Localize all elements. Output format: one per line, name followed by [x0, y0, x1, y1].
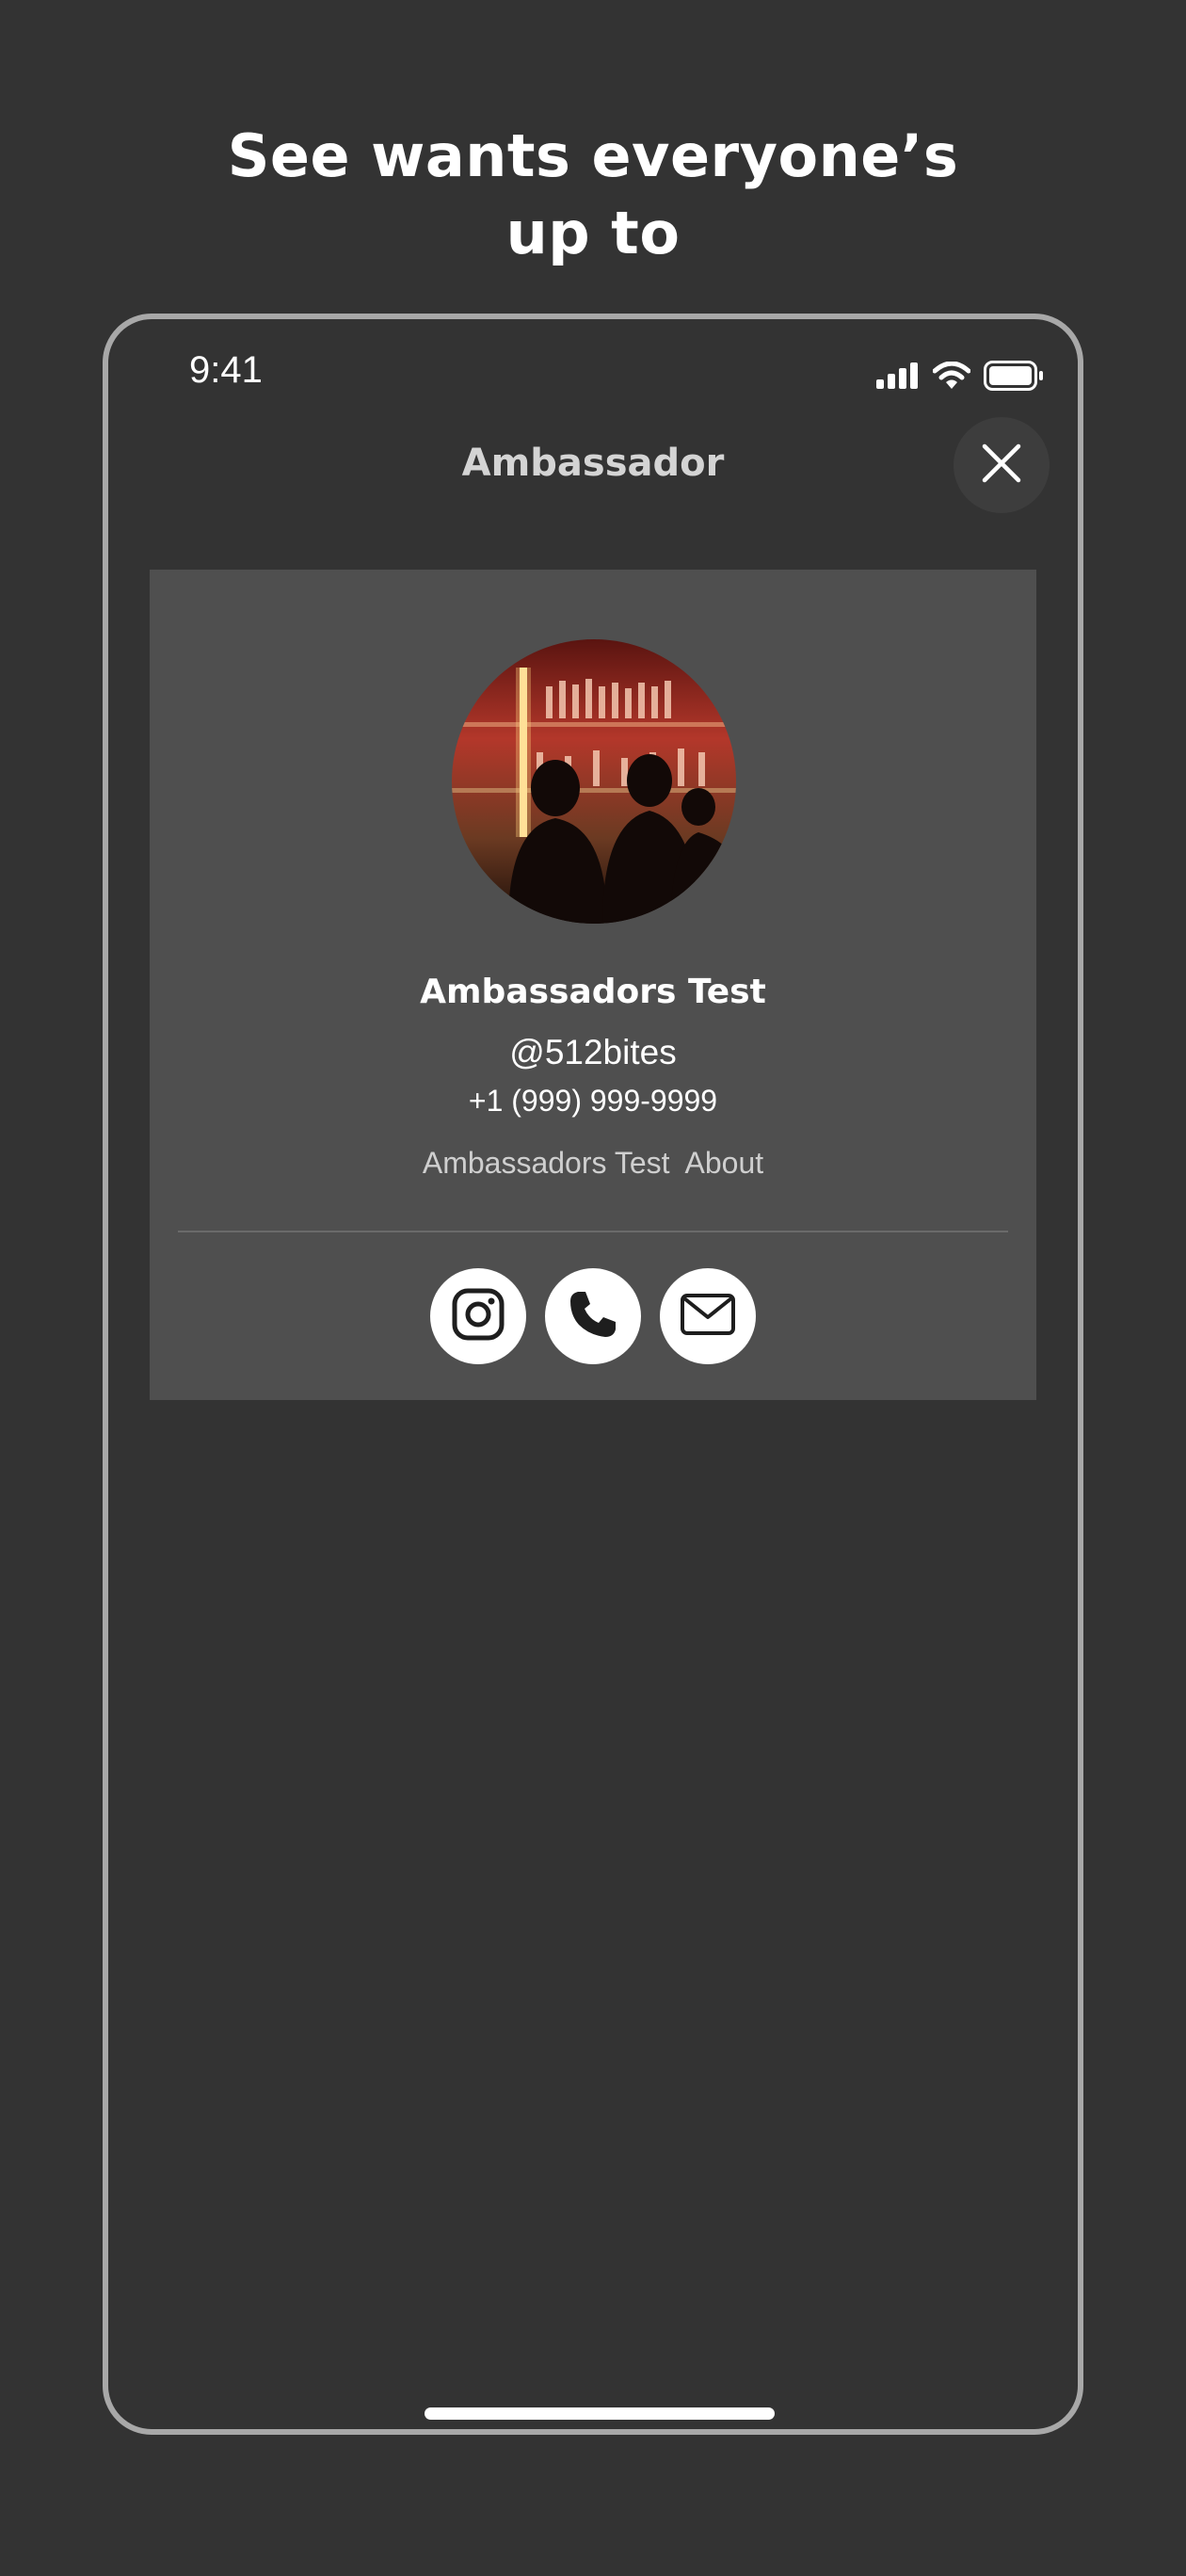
profile-card: Ambassadors Test @512bites +1 (999) 999-…: [150, 570, 1036, 1400]
close-button[interactable]: [954, 417, 1050, 513]
avatar: [452, 639, 736, 924]
wifi-icon: [932, 361, 971, 394]
page-title: Ambassador: [461, 442, 725, 485]
call-button[interactable]: [545, 1268, 641, 1364]
home-indicator[interactable]: [425, 2407, 775, 2420]
profile-phone: +1 (999) 999-9999: [468, 1084, 718, 1118]
mail-icon: [680, 1293, 736, 1340]
instagram-button[interactable]: [430, 1268, 526, 1364]
close-icon: [981, 443, 1022, 488]
divider: [178, 1231, 1008, 1232]
email-button[interactable]: [660, 1268, 756, 1364]
contact-actions: [150, 1268, 1036, 1364]
about-link[interactable]: About: [685, 1146, 764, 1180]
phone-frame: 9:41 Ambassador Ambassadors Test @512bit…: [103, 314, 1083, 2435]
status-icons: [876, 361, 1044, 394]
headline-line-2: up to: [505, 199, 681, 267]
profile-meta-name: Ambassadors Test: [422, 1146, 670, 1180]
profile-meta: Ambassadors Test About: [150, 1146, 1036, 1181]
battery-icon: [984, 361, 1044, 394]
status-time: 9:41: [189, 349, 263, 391]
phone-icon: [567, 1288, 619, 1344]
headline: See wants everyone’s up to: [0, 118, 1186, 272]
signal-icon: [876, 362, 920, 393]
profile-handle: @512bites: [509, 1033, 677, 1071]
profile-name: Ambassadors Test: [420, 973, 766, 1011]
headline-line-1: See wants everyone’s: [227, 121, 959, 190]
instagram-icon: [451, 1287, 505, 1345]
